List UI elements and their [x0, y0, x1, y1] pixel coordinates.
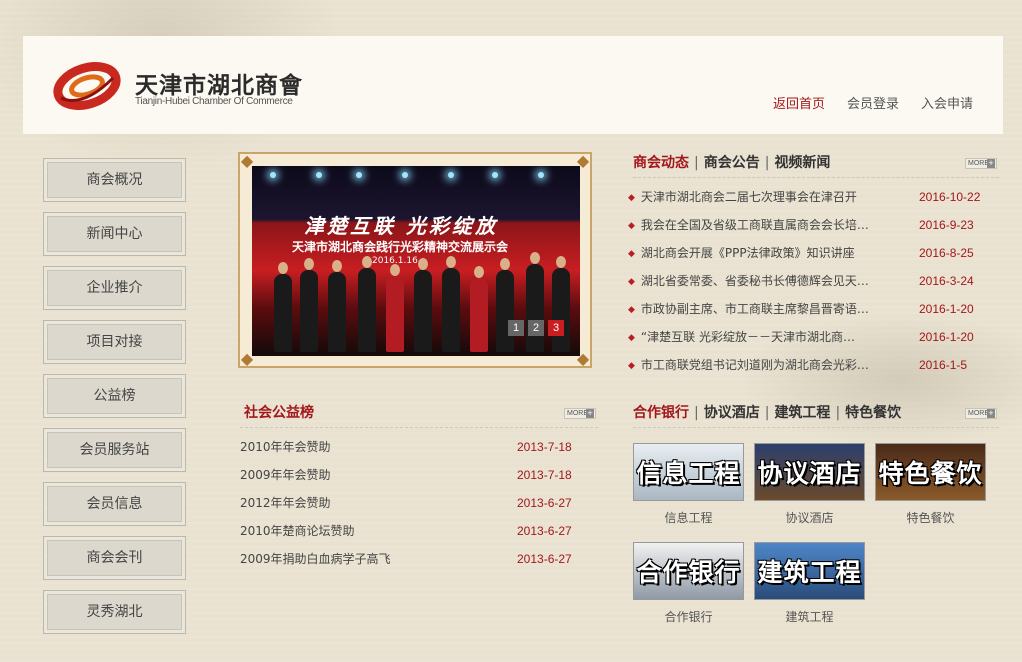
coop-tile-caption[interactable]: 协议酒店: [754, 509, 865, 526]
coop-tile-info[interactable]: 信息工程 信息工程: [633, 443, 744, 526]
coop-more-button[interactable]: MORE: [965, 408, 997, 419]
news-list: ◆ 天津市湖北商会二届七次理事会在津召开 2016-10-22 ◆ 我会在全国及省级工…: [628, 186, 988, 382]
tab-coop-dining[interactable]: 特色餐饮: [845, 405, 901, 421]
chamber-logo-icon[interactable]: [53, 58, 123, 110]
sidebar-menu: 商会概况 新闻中心 企业推介 项目对接 公益榜 会员服务站 会员信息 商会会刊 …: [43, 158, 186, 644]
sidebar-item-projects[interactable]: 项目对接: [43, 320, 186, 364]
sidebar-item-news-center[interactable]: 新闻中心: [43, 212, 186, 256]
welfare-item[interactable]: 2010年年会赞助 2013-7-18: [240, 437, 600, 465]
bullet-icon: ◆: [628, 221, 635, 231]
sidebar-item-enterprise[interactable]: 企业推介: [43, 266, 186, 310]
news-item[interactable]: ◆ 湖北省委常委、省委秘书长傅德辉会见天… 2016-3-24: [628, 270, 988, 298]
news-item[interactable]: ◆ 我会在全国及省级工商联直属商会会长培… 2016-9-23: [628, 214, 988, 242]
slide-page-2-button[interactable]: 2: [528, 320, 544, 336]
coop-tile-caption[interactable]: 建筑工程: [754, 608, 865, 625]
sidebar-item-journal[interactable]: 商会会刊: [43, 536, 186, 580]
news-item[interactable]: ◆ 市政协副主席、市工商联主席黎昌晋寄语… 2016-1-20: [628, 298, 988, 326]
welfare-more-button[interactable]: MORE: [564, 408, 596, 419]
tab-coop-bank[interactable]: 合作银行: [633, 405, 689, 421]
news-item[interactable]: ◆ 市工商联党组书记刘道刚为湖北商会光彩… 2016-1-5: [628, 354, 988, 382]
coop-tile-caption[interactable]: 特色餐饮: [875, 509, 986, 526]
news-item[interactable]: ◆ “津楚互联 光彩绽放－－天津市湖北商… 2016-1-20: [628, 326, 988, 354]
coop-tile-construction[interactable]: 建筑工程 建筑工程: [754, 542, 865, 625]
news-more-button[interactable]: MORE: [965, 158, 997, 169]
bullet-icon: ◆: [628, 333, 635, 343]
welfare-item[interactable]: 2009年年会赞助 2013-7-18: [240, 465, 600, 493]
site-title-en: Tianjin-Hubei Chamber Of Commerce: [135, 96, 293, 107]
sidebar-item-hubei[interactable]: 灵秀湖北: [43, 590, 186, 634]
welfare-item[interactable]: 2012年年会赞助 2013-6-27: [240, 493, 600, 521]
welfare-list: 2010年年会赞助 2013-7-18 2009年年会赞助 2013-7-18 20…: [240, 437, 600, 577]
coop-tile-caption[interactable]: 信息工程: [633, 509, 744, 526]
welfare-title[interactable]: 社会公益榜: [244, 405, 314, 421]
tab-chamber-news[interactable]: 商会动态: [633, 155, 689, 171]
coop-tile-image[interactable]: 合作银行: [633, 542, 744, 600]
tab-coop-construction[interactable]: 建筑工程: [774, 405, 830, 421]
tab-video-news[interactable]: 视频新闻: [774, 155, 830, 171]
slide-pagination: 1 2 3: [508, 320, 564, 336]
welfare-section-header: 社会公益榜 MORE: [240, 402, 598, 428]
site-header: 天津市湖北商會 Tianjin-Hubei Chamber Of Commerc…: [23, 36, 1003, 134]
sidebar-item-overview[interactable]: 商会概况: [43, 158, 186, 202]
tab-coop-hotel[interactable]: 协议酒店: [704, 405, 760, 421]
bullet-icon: ◆: [628, 249, 635, 259]
coop-section-header: 合作银行 | 协议酒店 | 建筑工程 | 特色餐饮 MORE: [633, 402, 999, 428]
coop-tile-image[interactable]: 信息工程: [633, 443, 744, 501]
slide-banner-slogan: 津楚互联 光彩绽放: [304, 214, 498, 238]
bullet-icon: ◆: [628, 193, 635, 203]
tab-chamber-notice[interactable]: 商会公告: [704, 155, 760, 171]
coop-tile-image[interactable]: 协议酒店: [754, 443, 865, 501]
nav-login-link[interactable]: 会员登录: [847, 93, 899, 112]
coop-tile-dining[interactable]: 特色餐饮 特色餐饮: [875, 443, 986, 526]
bullet-icon: ◆: [628, 361, 635, 371]
stage-lights: [252, 166, 580, 206]
welfare-item[interactable]: 2009年捐助白血病学子高飞 2013-6-27: [240, 549, 600, 577]
slideshow-image[interactable]: 津楚互联 光彩绽放 天津市湖北商会践行光彩精神交流展示会 2016.1.16 1…: [252, 166, 580, 356]
coop-tile-bank[interactable]: 合作银行 合作银行: [633, 542, 744, 625]
coop-tile-image[interactable]: 建筑工程: [754, 542, 865, 600]
coop-tile-image[interactable]: 特色餐饮: [875, 443, 986, 501]
coop-tile-hotel[interactable]: 协议酒店 协议酒店: [754, 443, 865, 526]
nav-home-link[interactable]: 返回首页: [773, 93, 825, 112]
sidebar-item-member-info[interactable]: 会员信息: [43, 482, 186, 526]
slideshow-frame: ◆ ◆ ◆ ◆ 津楚互联 光彩绽放 天津市湖北商会践行光彩精神交流展示会 201…: [238, 152, 592, 368]
bullet-icon: ◆: [628, 277, 635, 287]
slide-page-1-button[interactable]: 1: [508, 320, 524, 336]
slide-page-3-button[interactable]: 3: [548, 320, 564, 336]
top-nav: 返回首页 会员登录 入会申请: [773, 93, 973, 112]
nav-join-link[interactable]: 入会申请: [921, 93, 973, 112]
coop-tile-caption[interactable]: 合作银行: [633, 608, 744, 625]
bullet-icon: ◆: [628, 305, 635, 315]
sidebar-item-welfare[interactable]: 公益榜: [43, 374, 186, 418]
site-title-cn: 天津市湖北商會: [135, 72, 303, 99]
news-section-header: 商会动态 | 商会公告 | 视频新闻 MORE: [633, 152, 999, 178]
sidebar-item-member-service[interactable]: 会员服务站: [43, 428, 186, 472]
welfare-item[interactable]: 2010年楚商论坛赞助 2013-6-27: [240, 521, 600, 549]
news-item[interactable]: ◆ 天津市湖北商会二届七次理事会在津召开 2016-10-22: [628, 186, 988, 214]
news-item[interactable]: ◆ 湖北商会开展《PPP法律政策》知识讲座 2016-8-25: [628, 242, 988, 270]
